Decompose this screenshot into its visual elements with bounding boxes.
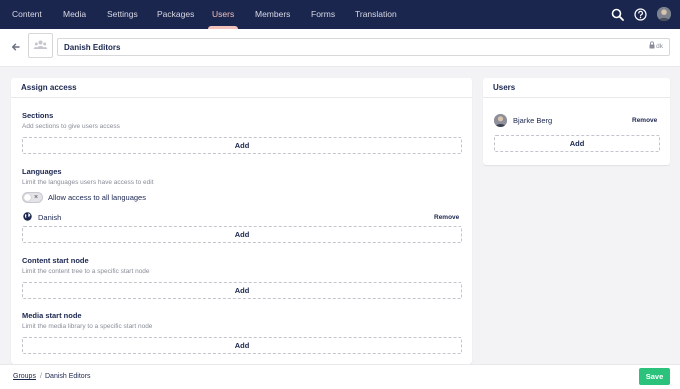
add-user-button[interactable]: Add	[494, 135, 660, 152]
group-icon-picker[interactable]	[28, 33, 53, 58]
assign-access-title: Assign access	[21, 83, 77, 92]
lock-icon[interactable]	[649, 41, 655, 49]
top-navigation: Content Media Settings Packages Users Me…	[0, 0, 680, 29]
nav-item-forms[interactable]: Forms	[311, 0, 335, 29]
panel-divider	[11, 97, 472, 98]
assign-access-panel: Assign access	[11, 78, 472, 364]
languages-title: Languages	[22, 167, 62, 176]
user-avatar[interactable]	[657, 7, 671, 21]
nav-item-media[interactable]: Media	[63, 0, 86, 29]
user-avatar	[494, 114, 507, 127]
nav-item-users[interactable]: Users	[207, 0, 239, 29]
help-icon[interactable]	[634, 8, 647, 21]
remove-user-link[interactable]: Remove	[632, 117, 657, 124]
sections-description: Add sections to give users access	[22, 123, 120, 130]
panel-divider	[483, 97, 670, 98]
group-name-field[interactable]: dk	[57, 38, 670, 56]
user-name[interactable]: Bjarke Berg	[513, 116, 552, 125]
languages-description: Limit the languages users have access to…	[22, 179, 154, 186]
save-button[interactable]: Save	[639, 368, 670, 385]
users-panel-title: Users	[493, 83, 516, 92]
add-media-start-node-button[interactable]: Add	[22, 337, 462, 354]
add-section-button[interactable]: Add	[22, 137, 462, 154]
globe-icon	[23, 212, 32, 221]
content-start-node-title: Content start node	[22, 256, 89, 265]
media-start-node-description: Limit the media library to a specific st…	[22, 323, 153, 330]
footer-bar: Groups / Danish Editors	[0, 364, 680, 389]
breadcrumb-separator: /	[40, 373, 42, 380]
nav-item-translation[interactable]: Translation	[355, 0, 397, 29]
toggle-off-icon: ×	[34, 194, 39, 201]
add-content-start-node-button[interactable]: Add	[22, 282, 462, 299]
editor-header: dk	[0, 29, 680, 67]
search-icon[interactable]	[611, 8, 624, 21]
breadcrumb-current: Danish Editors	[45, 373, 91, 380]
add-language-button[interactable]: Add	[22, 226, 462, 243]
nav-item-packages[interactable]: Packages	[157, 0, 194, 29]
media-start-node-title: Media start node	[22, 311, 82, 320]
sections-title: Sections	[22, 111, 54, 120]
language-item-danish: Danish	[38, 213, 62, 222]
back-arrow-icon[interactable]	[10, 41, 22, 53]
all-languages-toggle[interactable]: ×	[22, 192, 43, 203]
group-alias: dk	[656, 43, 663, 50]
nav-item-members[interactable]: Members	[255, 0, 290, 29]
nav-item-settings[interactable]: Settings	[107, 0, 138, 29]
toggle-knob	[24, 194, 31, 201]
nav-item-content[interactable]: Content	[12, 0, 42, 29]
users-group-icon	[33, 40, 48, 49]
group-name-input[interactable]	[64, 41, 624, 54]
content-start-node-description: Limit the content tree to a specific sta…	[22, 268, 150, 275]
all-languages-label: Allow access to all languages	[48, 193, 146, 202]
breadcrumb-groups[interactable]: Groups	[13, 373, 36, 380]
remove-language-link[interactable]: Remove	[434, 214, 459, 221]
